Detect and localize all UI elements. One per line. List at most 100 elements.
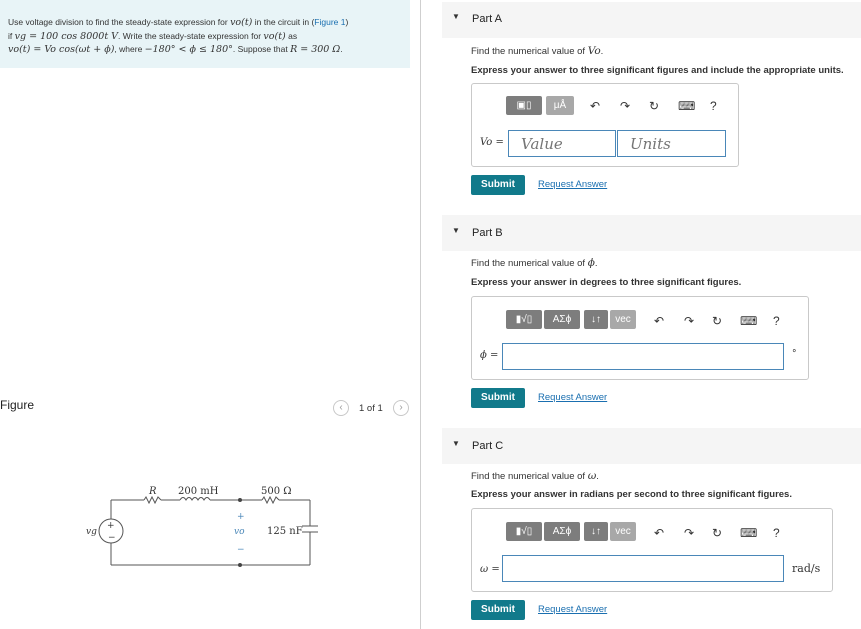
templates-button[interactable]: ▮√▯	[506, 522, 542, 541]
units-button[interactable]: μÅ	[546, 96, 574, 115]
part-b-request-answer-link[interactable]: Request Answer	[538, 392, 607, 403]
capacitor-label: 125 nF	[267, 526, 303, 537]
greek-icon: ΑΣϕ	[552, 314, 572, 325]
vg-label: vg	[86, 527, 97, 537]
undo-icon[interactable]: ↶	[654, 526, 664, 540]
problem-text: , where	[114, 44, 145, 54]
figure-title: Figure	[0, 398, 35, 412]
part-c-prompt: Find the numerical value of ω.	[471, 470, 599, 482]
vo-form-equation: vo(t) = Vo cos(ωt + ϕ)	[8, 44, 115, 55]
part-b-instruction: Express your answer in degrees to three …	[471, 277, 742, 288]
prompt-text: Find the numerical value of	[471, 258, 588, 269]
problem-text: as	[285, 30, 298, 41]
chevron-right-icon: ›	[399, 402, 403, 413]
resistor-500	[261, 495, 280, 505]
templates-button[interactable]: ▣▯	[506, 96, 542, 115]
inductor	[179, 497, 211, 501]
vector-button[interactable]: vec	[610, 310, 636, 329]
redo-icon[interactable]: ↷	[684, 314, 694, 328]
chevron-left-icon: ‹	[339, 402, 343, 413]
problem-text: Use voltage division to find the steady-…	[8, 17, 231, 27]
units-icon: μÅ	[553, 100, 567, 111]
units-input[interactable]	[617, 130, 726, 157]
part-b-answer-box: ▮√▯ ΑΣϕ ↓↑ vec ↶ ↷ ↻ ⌨ ? ϕ = °	[471, 296, 809, 380]
source-plus: +	[107, 521, 115, 531]
omega-input[interactable]	[502, 555, 784, 582]
greek-symbols-button[interactable]: ΑΣϕ	[544, 310, 580, 329]
reset-icon[interactable]: ↻	[712, 314, 722, 328]
phi-input-label: ϕ =	[480, 350, 499, 361]
part-c-answer-box: ▮√▯ ΑΣϕ ↓↑ vec ↶ ↷ ↻ ⌨ ? ω = rad/s	[471, 508, 833, 592]
part-a-answer-box: ▣▯ μÅ ↶ ↷ ↻ ⌨ ? Vo =	[471, 83, 739, 167]
vg-equation: vg = 100 cos 8000t V	[14, 30, 119, 42]
vo-input-label: Vo =	[480, 137, 504, 148]
part-a-request-answer-link[interactable]: Request Answer	[538, 179, 607, 190]
vo-plus: +	[237, 512, 245, 522]
inductor-label: 200 mH	[178, 486, 219, 497]
vo-label: vo	[234, 527, 245, 537]
template-icon: ▣▯	[516, 100, 532, 111]
prompt-variable: Vo	[587, 45, 601, 57]
greek-symbols-button[interactable]: ΑΣϕ	[544, 522, 580, 541]
part-b-header[interactable]	[442, 215, 861, 251]
help-icon[interactable]: ?	[773, 526, 780, 540]
keyboard-icon[interactable]: ⌨	[678, 99, 695, 113]
pane-divider[interactable]	[420, 0, 421, 629]
keyboard-icon[interactable]: ⌨	[740, 314, 757, 328]
problem-statement: Use voltage division to find the steady-…	[0, 0, 410, 68]
keyboard-icon[interactable]: ⌨	[740, 526, 757, 540]
sub-super-button[interactable]: ↓↑	[584, 522, 608, 541]
problem-text: if	[8, 30, 15, 41]
part-b-prompt: Find the numerical value of ϕ.	[471, 257, 598, 269]
resistor-500-label: 500 Ω	[261, 486, 292, 497]
figure-pager: 1 of 1	[359, 403, 383, 414]
prompt-variable: ϕ	[587, 257, 595, 269]
problem-text: .	[340, 44, 343, 54]
help-icon[interactable]: ?	[710, 99, 717, 113]
problem-text: . Write the steady-state expression for	[118, 30, 264, 41]
sqrt-template-icon: ▮√▯	[515, 314, 533, 325]
part-c-submit-button[interactable]: Submit	[471, 600, 525, 620]
sub-super-button[interactable]: ↓↑	[584, 310, 608, 329]
part-c-request-answer-link[interactable]: Request Answer	[538, 604, 607, 615]
prev-figure-button[interactable]: ‹	[333, 400, 349, 416]
part-a-submit-button[interactable]: Submit	[471, 175, 525, 195]
vector-button[interactable]: vec	[610, 522, 636, 541]
vo-expression: vo(t)	[263, 30, 286, 42]
redo-icon[interactable]: ↷	[620, 99, 630, 113]
phi-range: −180° < ϕ ≤ 180°	[144, 44, 233, 55]
degree-unit: °	[792, 349, 797, 359]
prompt-variable: ω	[587, 470, 597, 482]
caret-down-icon[interactable]: ▼	[452, 439, 460, 448]
part-a-title: Part A	[472, 13, 502, 25]
resistor-r	[143, 495, 162, 505]
part-a-prompt: Find the numerical value of Vo.	[471, 45, 603, 57]
value-input[interactable]	[508, 130, 616, 157]
next-figure-button[interactable]: ›	[393, 400, 409, 416]
help-icon[interactable]: ?	[773, 314, 780, 328]
vo-expression: vo(t)	[230, 17, 253, 28]
part-c-instruction: Express your answer in radians per secon…	[471, 489, 792, 500]
templates-button[interactable]: ▮√▯	[506, 310, 542, 329]
redo-icon[interactable]: ↷	[684, 526, 694, 540]
caret-down-icon[interactable]: ▼	[452, 12, 460, 21]
caret-down-icon[interactable]: ▼	[452, 226, 460, 235]
part-a-header[interactable]	[442, 2, 861, 38]
sqrt-template-icon: ▮√▯	[515, 526, 533, 537]
r-label: R	[148, 486, 157, 497]
node-dot	[238, 498, 242, 502]
undo-icon[interactable]: ↶	[590, 99, 600, 113]
reset-icon[interactable]: ↻	[712, 526, 722, 540]
prompt-text: Find the numerical value of	[471, 471, 588, 482]
undo-icon[interactable]: ↶	[654, 314, 664, 328]
prompt-text: .	[594, 258, 598, 269]
part-b-submit-button[interactable]: Submit	[471, 388, 525, 408]
phi-input[interactable]	[502, 343, 784, 370]
figure-link[interactable]: Figure 1	[314, 17, 345, 27]
problem-text: in the circuit in (	[252, 17, 315, 27]
reset-icon[interactable]: ↻	[649, 99, 659, 113]
source-minus: −	[108, 533, 116, 543]
part-c-header[interactable]	[442, 428, 861, 464]
sub-super-icon: ↓↑	[591, 526, 601, 537]
problem-text: )	[345, 17, 349, 27]
